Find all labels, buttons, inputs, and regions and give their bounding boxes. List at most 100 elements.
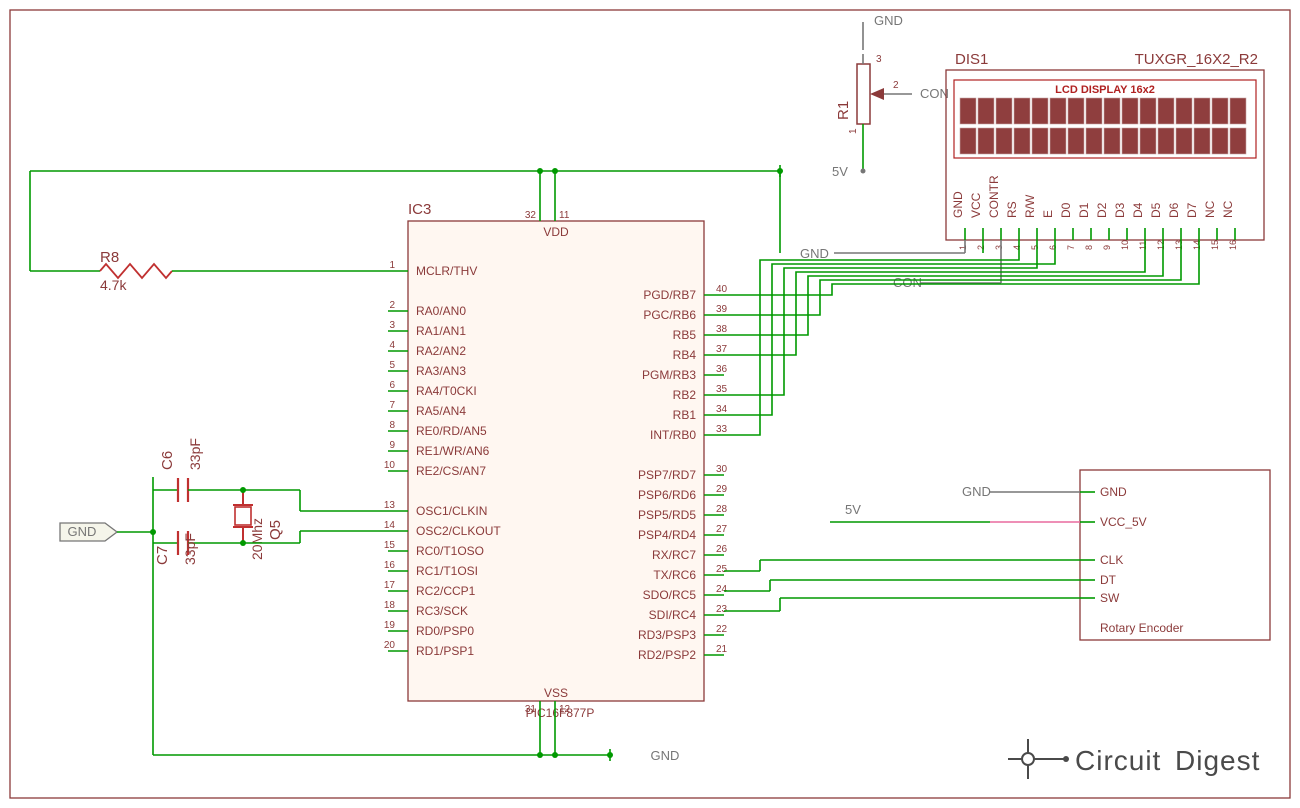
mcu-l-num-14: 14 <box>384 520 396 531</box>
rb-wire-0 <box>724 240 1019 435</box>
mcu-l-num-7: 7 <box>389 400 395 411</box>
mcu-r-lab-30: PSP7/RD7 <box>638 468 696 482</box>
lcd-contr-net: CON <box>893 275 922 290</box>
mcu-l-num-19: 19 <box>384 620 396 631</box>
mcu-r-lab-25: TX/RC6 <box>653 568 696 582</box>
mcu-r-num-29: 29 <box>716 484 728 495</box>
mcu-vdd-label: VDD <box>543 225 569 239</box>
brand-word-2: Digest <box>1175 745 1260 776</box>
lcd-pin-name-15: NC <box>1221 200 1235 218</box>
mcu-l-lab-20: RD1/PSP1 <box>416 644 474 658</box>
mcu-r-num-21: 21 <box>716 644 728 655</box>
r1-con: CON <box>920 86 949 101</box>
rb-wire-5 <box>724 240 1181 315</box>
mcu-r-lab-29: PSP6/RD6 <box>638 488 696 502</box>
crystal-q5: 20Mhz Q5 <box>233 490 284 560</box>
lcd-cell <box>1140 128 1156 154</box>
mcu-r-lab-35: RB2 <box>673 388 697 402</box>
mcu-top-pin-1: 11 <box>559 210 570 221</box>
lcd-cell <box>1050 98 1066 124</box>
mcu-r-num-22: 22 <box>716 624 728 635</box>
mcu-r-lab-24: SDO/RC5 <box>643 588 697 602</box>
mcu-r-num-25: 25 <box>716 564 728 575</box>
rb-wire-4 <box>724 240 1163 335</box>
c7-val: 33pF <box>182 533 198 565</box>
enc-pin-0: GND <box>1100 485 1127 499</box>
mcu-r-lab-40: PGD/RB7 <box>643 288 696 302</box>
mcu-l-num-17: 17 <box>384 580 396 591</box>
lcd-pin-name-12: D6 <box>1167 202 1181 218</box>
mcu-r-lab-28: PSP5/RD5 <box>638 508 696 522</box>
lcd-cell <box>1230 128 1246 154</box>
lcd-cell <box>1014 98 1030 124</box>
lcd-pin-num-10: 11 <box>1138 241 1148 250</box>
lcd-pin-name-9: D3 <box>1113 202 1127 218</box>
mcu-r-num-33: 33 <box>716 424 728 435</box>
lcd-pin-num-1: 2 <box>976 245 986 250</box>
lcd-cell <box>1050 128 1066 154</box>
gnd-port-label: GND <box>68 524 97 539</box>
lcd-cell <box>996 98 1012 124</box>
mcu-r-num-23: 23 <box>716 604 728 615</box>
lcd-pin-num-8: 9 <box>1102 245 1112 250</box>
mcu-r-num-24: 24 <box>716 584 728 595</box>
mcu-r-num-26: 26 <box>716 544 728 555</box>
lcd-cell <box>978 128 994 154</box>
lcd-pin-num-6: 7 <box>1066 245 1076 250</box>
enc-pin-4: SW <box>1100 591 1120 605</box>
gnd-port: GND <box>60 523 117 541</box>
mcu-r-lab-33: INT/RB0 <box>650 428 696 442</box>
brand-word-1: Circuit <box>1075 745 1161 776</box>
mcu-r-num-34: 34 <box>716 404 728 415</box>
mcu-l-num-9: 9 <box>389 440 395 451</box>
mcu-r-num-39: 39 <box>716 304 728 315</box>
mcu-l-lab-17: RC2/CCP1 <box>416 584 476 598</box>
potentiometer-r1: GND CON R1 3 2 1 <box>835 13 949 174</box>
lcd-cell <box>1158 128 1174 154</box>
mcu-r-lab-26: RX/RC7 <box>652 548 696 562</box>
mcu-l-lab-16: RC1/T1OSI <box>416 564 478 578</box>
mcu-l-lab-5: RA3/AN3 <box>416 364 466 378</box>
rb-wire-3 <box>724 240 1145 355</box>
enc-gnd: GND <box>962 484 991 499</box>
lcd-cell <box>1230 98 1246 124</box>
mcu-r-lab-37: RB4 <box>673 348 697 362</box>
r1-gnd: GND <box>874 13 903 28</box>
lcd-cell <box>1032 98 1048 124</box>
mcu-l-num-10: 10 <box>384 460 396 471</box>
lcd-ref: DIS1 <box>955 51 988 68</box>
enc-5v: 5V <box>845 502 861 517</box>
r1-pin1: 1 <box>848 128 859 134</box>
lcd-cell <box>1212 128 1228 154</box>
mcu-r-num-40: 40 <box>716 284 728 295</box>
lcd-pin-num-4: 5 <box>1030 245 1040 250</box>
lcd-pin-num-0: 1 <box>958 245 968 250</box>
lcd-cell <box>996 128 1012 154</box>
mcu-l-lab-3: RA1/AN1 <box>416 324 466 338</box>
mcu-r-num-28: 28 <box>716 504 728 515</box>
brand-logo: Circuit Digest <box>1008 739 1260 779</box>
lcd-pin-name-2: CONTR <box>987 175 1001 218</box>
schematic-canvas: IC3 VDD VSS PIC16F877P 32 11 31 12 1MCLR… <box>0 0 1300 808</box>
mcu-l-num-4: 4 <box>389 340 395 351</box>
lcd-module: DIS1 TUXGR_16X2_R2 LCD DISPLAY 16x2 GND1… <box>946 51 1264 250</box>
lcd-cell <box>1104 128 1120 154</box>
rb-wire-1 <box>724 240 1055 415</box>
rb-bus-wires <box>724 240 1199 435</box>
lcd-pin-name-7: D1 <box>1077 202 1091 218</box>
mcu-l-lab-8: RE0/RD/AN5 <box>416 424 487 438</box>
lcd-cell <box>1068 98 1084 124</box>
lcd-cell <box>1176 98 1192 124</box>
lcd-pin1-gnd: GND <box>800 246 829 261</box>
mcu-bot-pin-0: 31 <box>525 704 537 715</box>
lcd-pin-num-13: 14 <box>1192 240 1202 250</box>
enc-pin-3: DT <box>1100 573 1117 587</box>
lcd-cell <box>1104 98 1120 124</box>
lcd-title: LCD DISPLAY 16x2 <box>1055 84 1155 96</box>
lcd-pin-name-0: GND <box>951 191 965 218</box>
c7-ref: C7 <box>154 546 171 565</box>
mcu-l-num-6: 6 <box>389 380 395 391</box>
mcu-r-lab-27: PSP4/RD4 <box>638 528 696 542</box>
mcu-l-num-18: 18 <box>384 600 396 611</box>
mcu-r-num-27: 27 <box>716 524 728 535</box>
